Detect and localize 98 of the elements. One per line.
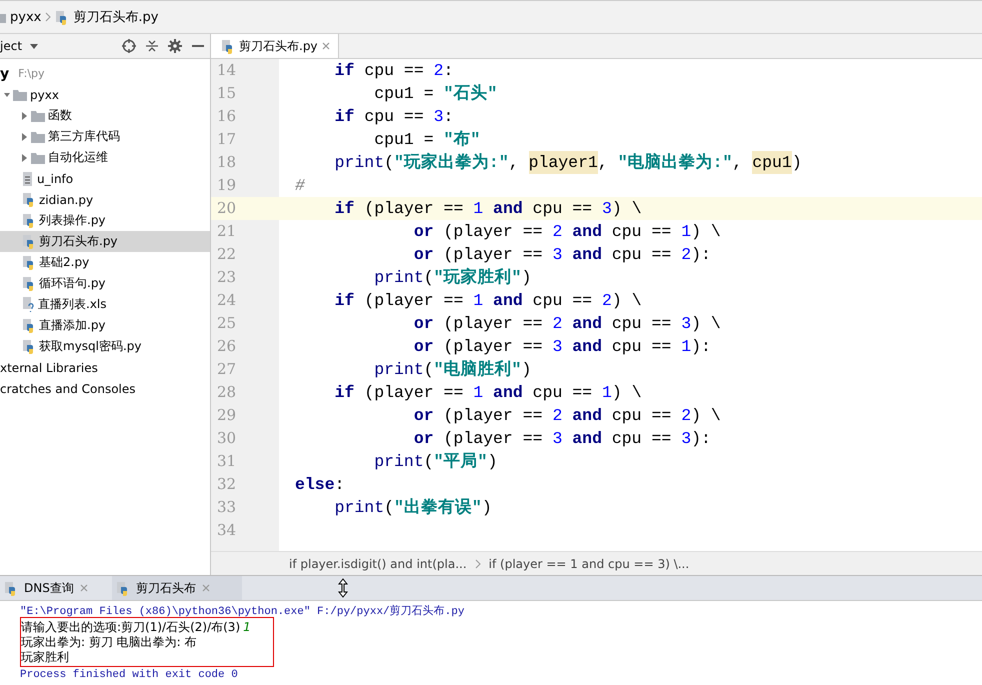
line-number: 17 [211, 128, 279, 151]
line-number: 33 [211, 496, 279, 519]
code-line: else: [294, 474, 346, 496]
code-line: print("出拳有误") [334, 497, 493, 519]
editor-tab[interactable]: 剪刀石头布.py [211, 34, 339, 58]
tree-item[interactable]: cratches and Consoles [0, 378, 210, 399]
code-line: print("电脑胜利") [373, 359, 532, 381]
code-breadcrumb-item[interactable]: if player.isdigit() and int(pla... [289, 556, 467, 570]
tree-item[interactable]: xternal Libraries [0, 357, 210, 378]
code-line: cpu1 = "布" [373, 129, 482, 151]
breadcrumb-item[interactable]: 剪刀石头布.py [55, 8, 158, 26]
python-file-icon [22, 339, 36, 354]
unknown-file-icon [22, 297, 35, 312]
dropdown-caret-icon [30, 44, 38, 48]
code-line: if (player == 1 and cpu == 1) \ [334, 382, 643, 404]
code-line: # [294, 175, 306, 197]
python-file-icon [22, 234, 36, 249]
tree-item[interactable]: 剪刀石头布.py [0, 231, 210, 252]
tree-item[interactable]: 列表操作.py [0, 210, 210, 231]
python-file-icon [221, 38, 235, 54]
settings-icon[interactable] [168, 39, 182, 53]
line-number: 18 [211, 151, 279, 174]
console-exit-message: Process finished with exit code 0 [20, 669, 239, 682]
tree-item[interactable]: 自动化运维 [0, 147, 210, 168]
line-number: 27 [211, 358, 279, 381]
console-command: "E:\Program Files (x86)\python36\python.exe" F:/py/pyxx/剪刀石头布.py [20, 604, 466, 617]
code-line: or (player == 3 and cpu == 1): [412, 336, 712, 358]
console-input-text: 1 [243, 620, 251, 634]
code-breadcrumb-item[interactable]: if (player == 1 and cpu == 3) \... [488, 556, 690, 570]
line-number: 26 [211, 335, 279, 358]
code-line: print("玩家胜利") [373, 266, 532, 289]
tree-item[interactable]: u_info [0, 168, 210, 189]
code-line: or (player == 3 and cpu == 2): [412, 244, 712, 266]
chevron-icon [474, 558, 481, 568]
code-line: cpu1 = "石头" [373, 83, 498, 105]
code-line: if (player == 1 and cpu == 2) \ [334, 290, 643, 312]
python-file-icon [22, 192, 36, 207]
tree-item[interactable]: y F:\py [0, 63, 210, 84]
folder-icon [31, 110, 45, 122]
close-icon[interactable] [322, 42, 330, 50]
line-number: 19 [211, 174, 279, 197]
tree-item[interactable]: 第三方库代码 [0, 126, 210, 147]
target-icon[interactable] [122, 39, 136, 53]
tree-item[interactable]: 循环语句.py [0, 273, 210, 294]
line-number: 16 [211, 105, 279, 128]
code-line: if cpu == 3: [334, 106, 454, 128]
line-number: 23 [211, 266, 279, 289]
folder-icon [31, 152, 45, 164]
line-number: 21 [211, 220, 279, 243]
python-file-icon [4, 580, 18, 596]
expanded-arrow-icon[interactable] [4, 90, 10, 98]
tree-item[interactable]: 获取mysql密码.py [0, 336, 210, 357]
line-number: 15 [211, 82, 279, 105]
line-number: 29 [211, 404, 279, 427]
run-tab[interactable]: DNS查询 [0, 576, 112, 600]
tree-item[interactable]: 函数 [0, 105, 210, 126]
collapse-all-icon[interactable] [146, 39, 158, 53]
python-file-icon [116, 580, 130, 596]
line-number: 30 [211, 427, 279, 450]
tree-item[interactable]: 直播列表.xls [0, 294, 210, 315]
line-number: 31 [211, 450, 279, 473]
console-output: 玩家出拳为: 剪刀 电脑出拳为: 布 [21, 634, 198, 649]
code-line: print("平局") [373, 451, 498, 473]
line-number: 34 [211, 519, 279, 542]
code-line: print("玩家出拳为:", player1, "电脑出拳为:", cpu1) [334, 151, 803, 174]
line-number: 22 [211, 243, 279, 266]
text-file-icon [22, 172, 34, 186]
collapsed-arrow-icon[interactable] [22, 132, 28, 140]
breadcrumb-item[interactable]: pyxx [0, 10, 42, 24]
run-tab[interactable]: 剪刀石头布 [112, 576, 242, 600]
line-number: 32 [211, 473, 279, 496]
line-number: 14 [211, 59, 279, 82]
code-line: if (player == 1 and cpu == 3) \ [334, 198, 643, 220]
resize-cursor-icon [338, 578, 348, 598]
project-path: F:\py [18, 67, 45, 80]
console-prompt: 请输入要出的选项:剪刀(1)/石头(2)/布(3) [21, 620, 240, 634]
folder-icon [13, 88, 27, 100]
collapsed-arrow-icon[interactable] [22, 112, 28, 120]
python-file-icon [22, 318, 36, 333]
python-file-icon [22, 255, 36, 270]
line-number: 24 [211, 289, 279, 312]
console-output: 玩家胜利 [21, 649, 70, 664]
python-file-icon [22, 276, 36, 291]
tree-item[interactable]: 基础2.py [0, 252, 210, 273]
code-line: or (player == 2 and cpu == 3) \ [412, 313, 722, 335]
collapsed-arrow-icon[interactable] [22, 154, 28, 162]
chevron-icon [45, 12, 52, 22]
tree-item[interactable]: zidian.py [0, 189, 210, 210]
tree-item[interactable]: pyxx [0, 84, 210, 105]
code-line: or (player == 2 and cpu == 1) \ [412, 221, 722, 243]
code-line: or (player == 3 and cpu == 3): [412, 428, 712, 450]
line-number: 28 [211, 381, 279, 404]
line-number: 25 [211, 312, 279, 335]
code-line: if cpu == 2: [334, 60, 454, 82]
code-line: or (player == 2 and cpu == 2) \ [412, 405, 722, 427]
folder-icon [31, 130, 45, 142]
tree-item[interactable]: 直播添加.py [0, 315, 210, 336]
python-file-icon [22, 213, 36, 228]
